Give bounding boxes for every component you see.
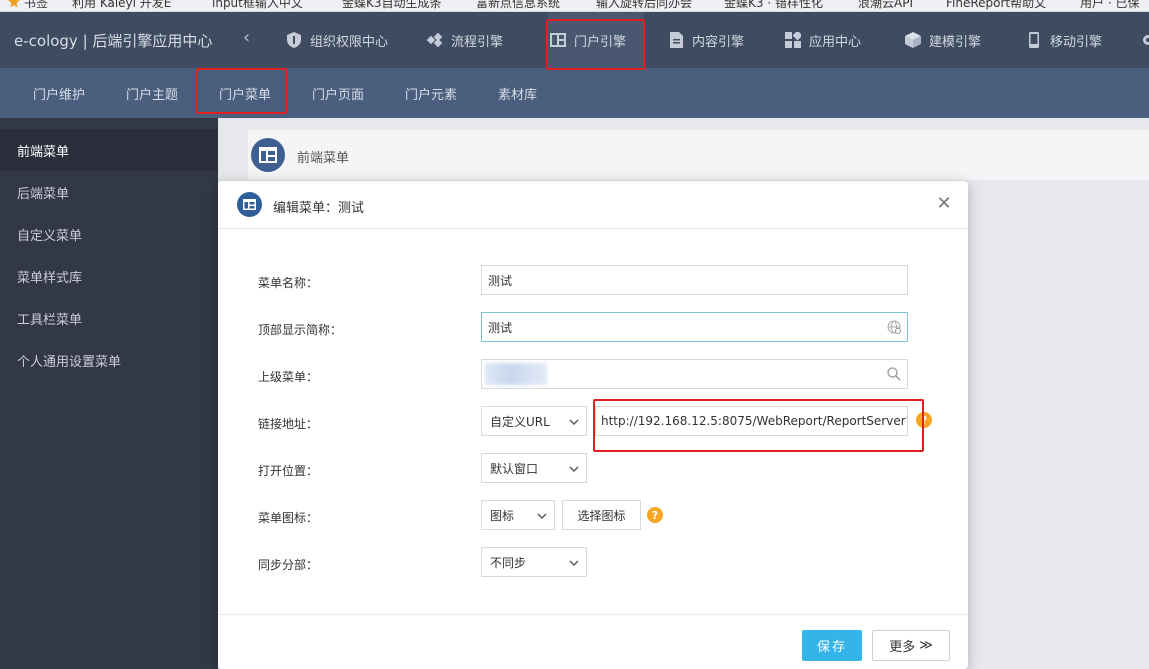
subnav-item-portal-maintenance[interactable]: 门户维护 (33, 68, 85, 118)
open-position-select[interactable]: 默认窗口 (481, 453, 587, 483)
topnav-item-portal[interactable]: 门户引擎 (548, 12, 644, 68)
topnav-item-org-permission[interactable]: 组织权限中心 (286, 12, 388, 68)
link-address-label: 链接地址： (258, 417, 319, 431)
portal-icon (251, 138, 285, 172)
menu-name-input[interactable]: 测试 (481, 265, 908, 295)
sync-branch-label: 同步分部： (258, 558, 319, 572)
search-icon[interactable] (887, 367, 901, 381)
open-position-label: 打开位置： (258, 464, 319, 478)
menu-icon-type-select[interactable]: 图标 (481, 500, 555, 530)
chevron-down-icon (537, 510, 547, 520)
sub-navigation: 门户维护 门户主题 门户菜单 门户页面 门户元素 素材库 (0, 68, 1149, 118)
portal-icon (237, 192, 262, 217)
shield-icon (286, 32, 302, 48)
sidebar: 前端菜单 后端菜单 自定义菜单 菜单样式库 工具栏菜单 个人通用设置菜单 (0, 118, 218, 669)
bookmark-item[interactable]: FineReport帮助文 (946, 0, 1046, 11)
bookmark-item[interactable]: 输入旋转后同办会 (596, 0, 692, 11)
star-icon (8, 0, 20, 8)
sync-branch-select[interactable]: 不同步 (481, 547, 587, 577)
menu-icon-label: 菜单图标： (258, 511, 319, 525)
redacted-value (485, 363, 547, 385)
link-type-select[interactable]: 自定义URL (481, 406, 587, 436)
dialog-header: 编辑菜单：测试 ✕ (218, 181, 968, 229)
dialog-title: 编辑菜单：测试 (273, 201, 365, 216)
sidebar-item-toolbar-menu[interactable]: 工具栏菜单 (0, 297, 218, 339)
topnav-item-content[interactable]: 内容引擎 (668, 12, 744, 68)
mobile-icon (1026, 32, 1042, 48)
gear-icon (1140, 32, 1149, 48)
globe-icon[interactable] (887, 320, 901, 334)
bookmark-item[interactable]: 浪潮云API (858, 0, 913, 11)
sidebar-item-menu-style-library[interactable]: 菜单样式库 (0, 255, 218, 297)
topnav-item-modeling[interactable]: 建模引擎 (905, 12, 981, 68)
portal-icon (550, 32, 566, 48)
chevron-down-icon (569, 463, 579, 473)
choose-icon-button[interactable]: 选择图标 (562, 500, 641, 530)
sidebar-item-frontend-menu[interactable]: 前端菜单 (0, 129, 218, 171)
bookmark-item[interactable]: 富新点信息系统 (476, 0, 560, 11)
close-icon[interactable]: ✕ (934, 194, 954, 214)
subnav-item-portal-page[interactable]: 门户页面 (312, 68, 364, 118)
edit-menu-dialog: 编辑菜单：测试 ✕ 菜单名称： 测试 顶部显示简称： 测试 上级菜单： 链接地址… (218, 181, 968, 669)
page-title: 前端菜单 (297, 151, 350, 166)
chevron-down-icon (569, 557, 579, 567)
bookmark-item[interactable]: 书签 (8, 0, 48, 11)
save-button[interactable]: 保存 (802, 630, 862, 661)
bookmark-item[interactable]: 利用 Kaleyi 开发E (72, 0, 171, 11)
apps-icon (785, 32, 801, 48)
bookmarks-bar: 书签 利用 Kaleyi 开发E input框输入中文 金蝶K3自动生成条 富新… (0, 0, 1149, 12)
top-navigation: e-cology | 后端引擎应用中心 ‹ 组织权限中心 流程引擎 门户引擎 内… (0, 12, 1149, 68)
top-short-name-input[interactable]: 测试 (481, 312, 908, 342)
sidebar-item-personal-settings-menu[interactable]: 个人通用设置菜单 (0, 339, 218, 381)
cube-icon (905, 32, 921, 48)
chevron-down-icon (569, 416, 579, 426)
topnav-item-mobile[interactable]: 移动引擎 (1026, 12, 1102, 68)
chevron-left-icon[interactable]: ‹ (243, 27, 250, 48)
double-chevron-right-icon: ≫ (919, 638, 933, 653)
bookmark-item[interactable]: 金蝶K3 · 错样性化 (724, 0, 823, 11)
content-header: 前端菜单 (248, 130, 1149, 180)
url-input[interactable]: http://192.168.12.5:8075/WebReport/Repor… (595, 406, 908, 436)
sidebar-item-custom-menu[interactable]: 自定义菜单 (0, 213, 218, 255)
workflow-icon (427, 32, 443, 48)
bookmark-item[interactable]: 金蝶K3自动生成条 (342, 0, 442, 11)
more-button[interactable]: 更多 ≫ (872, 630, 950, 661)
topnav-item-app-center[interactable]: 应用中心 (785, 12, 861, 68)
sidebar-item-backend-menu[interactable]: 后端菜单 (0, 171, 218, 213)
menu-name-label: 菜单名称： (258, 276, 319, 290)
parent-menu-label: 上级菜单： (258, 370, 319, 384)
topnav-item-overflow[interactable] (1140, 12, 1149, 68)
subnav-item-portal-menu[interactable]: 门户菜单 (219, 68, 271, 118)
document-icon (668, 32, 684, 48)
help-icon[interactable]: ? (647, 507, 663, 523)
subnav-item-material-library[interactable]: 素材库 (498, 68, 537, 118)
top-short-name-label: 顶部显示简称： (258, 323, 343, 337)
bookmark-item[interactable]: input框输入中文 (212, 0, 303, 11)
bookmark-item[interactable]: 用户 · 已保 (1080, 0, 1139, 11)
app-title: e-cology | 后端引擎应用中心 (14, 32, 213, 50)
parent-menu-browse-input[interactable] (481, 359, 908, 389)
topnav-item-workflow[interactable]: 流程引擎 (427, 12, 503, 68)
dialog-footer: 保存 更多 ≫ (218, 614, 968, 669)
subnav-item-portal-element[interactable]: 门户元素 (405, 68, 457, 118)
subnav-item-portal-theme[interactable]: 门户主题 (126, 68, 178, 118)
help-icon[interactable]: ? (916, 412, 932, 428)
